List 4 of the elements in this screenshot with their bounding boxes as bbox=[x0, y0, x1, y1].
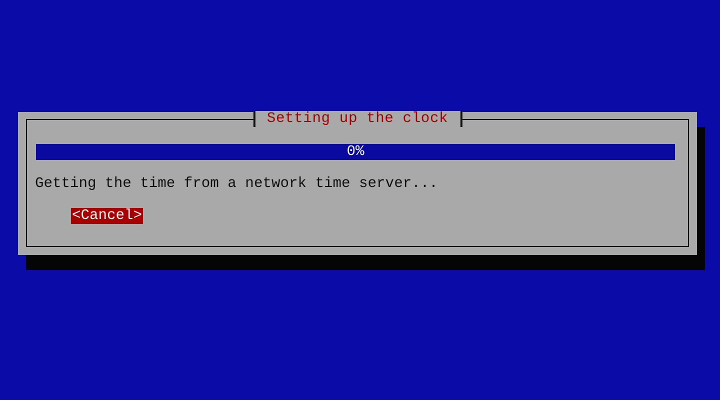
dialog-title: Setting up the clock bbox=[252, 111, 462, 127]
status-message: Getting the time from a network time server... bbox=[35, 176, 439, 192]
progress-reading: 0% bbox=[346, 144, 364, 160]
cancel-button[interactable]: <Cancel> bbox=[71, 208, 144, 224]
